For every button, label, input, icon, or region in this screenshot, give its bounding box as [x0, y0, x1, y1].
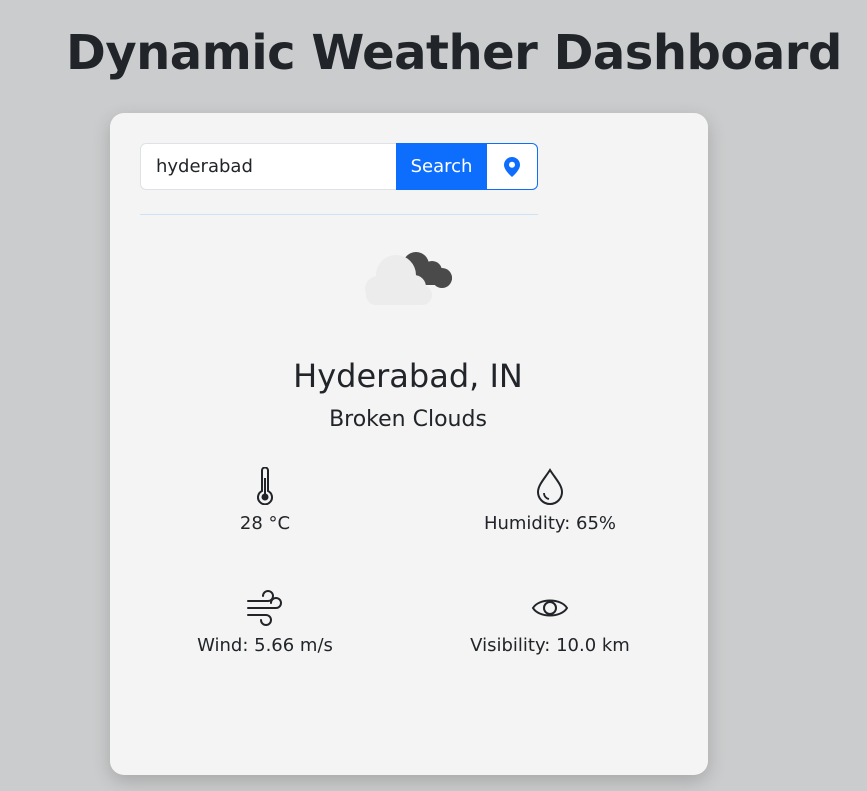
droplet-icon — [536, 468, 564, 505]
humidity-stat: Humidity: 65% — [430, 467, 670, 534]
eye-icon — [531, 599, 569, 617]
search-button[interactable]: Search — [396, 143, 487, 190]
humidity-value: Humidity: 65% — [483, 513, 617, 534]
map-pin-icon — [504, 156, 520, 177]
visibility-value: Visibility: 10.0 km — [470, 635, 630, 656]
weather-card: Search Hyderabad, IN Broken Clouds — [110, 113, 708, 775]
city-name: Hyderabad, IN — [293, 357, 523, 395]
weather-condition: Broken Clouds — [329, 407, 487, 432]
search-bar: Search — [140, 143, 538, 190]
visibility-stat: Visibility: 10.0 km — [430, 589, 670, 656]
thermometer-icon — [257, 467, 273, 505]
city-search-input[interactable] — [140, 143, 396, 190]
divider — [140, 214, 538, 215]
current-location-button[interactable] — [487, 143, 538, 190]
page-title: Dynamic Weather Dashboard — [66, 25, 842, 81]
wind-value: Wind: 5.66 m/s — [197, 635, 333, 656]
temperature-value: 28 °C — [239, 513, 291, 534]
wind-stat: Wind: 5.66 m/s — [145, 589, 385, 656]
wind-icon — [247, 590, 282, 626]
temperature-stat: 28 °C — [145, 467, 385, 534]
broken-clouds-icon — [365, 252, 452, 305]
